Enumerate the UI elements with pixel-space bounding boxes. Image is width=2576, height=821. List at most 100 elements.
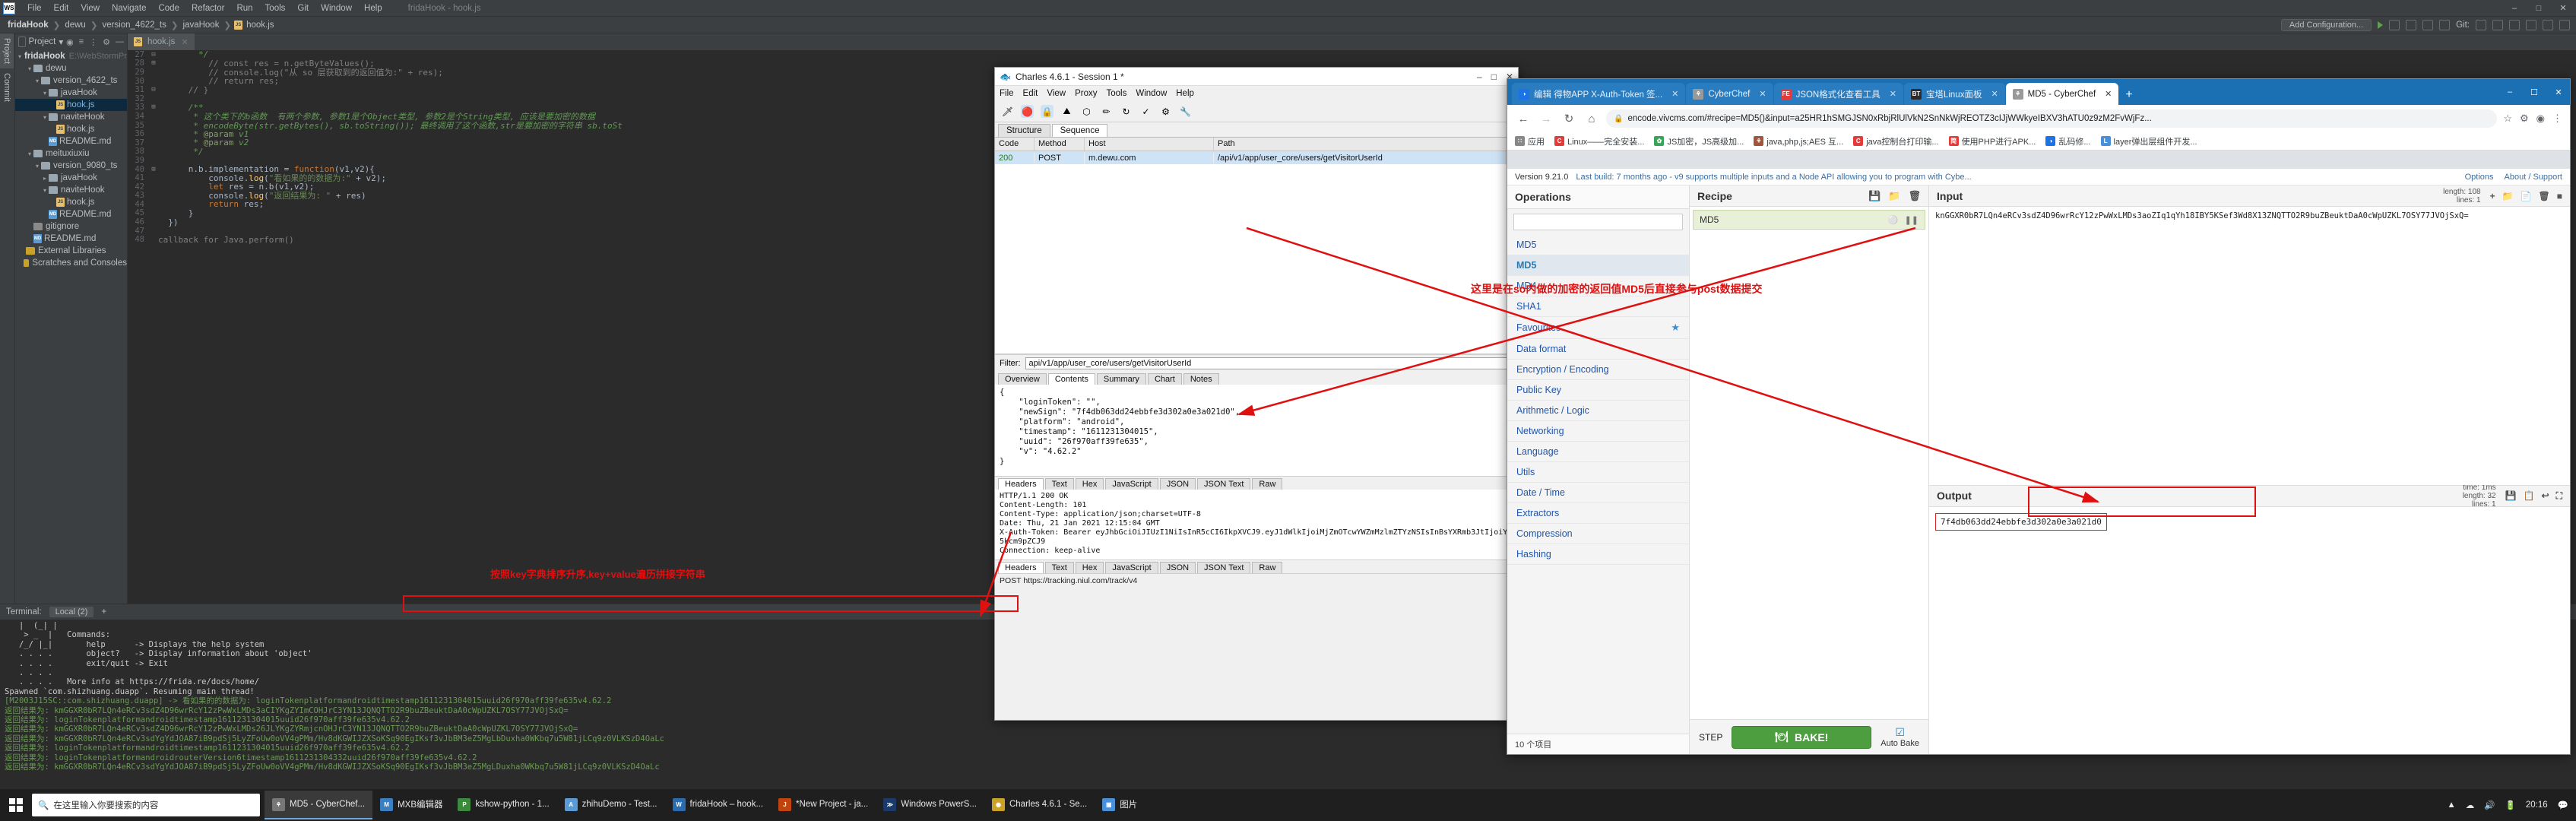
clear-input-icon[interactable]: 🗑 [2539, 191, 2550, 201]
tab-sequence[interactable]: Sequence [1051, 124, 1108, 137]
close-icon[interactable]: ✕ [1890, 89, 1896, 99]
close-icon[interactable]: ✕ [181, 37, 188, 47]
expand-all-icon[interactable]: ≡ [79, 37, 84, 47]
options-link[interactable]: Options [2465, 173, 2494, 182]
run-icon[interactable] [2378, 21, 2384, 29]
tray-network-icon[interactable]: ☁ [2466, 800, 2475, 810]
tool-window-commit[interactable]: Commit [0, 68, 14, 106]
tree-node-version-4622-ts[interactable]: ▾ version_4622_ts [15, 74, 127, 87]
open-file-icon[interactable]: 📄 [2521, 191, 2532, 201]
hide-panel-icon[interactable]: — [116, 37, 124, 47]
profile-icon[interactable] [2422, 19, 2434, 30]
bodytab-json[interactable]: JSON [1159, 478, 1196, 490]
tree-node-hook-js[interactable]: JS hook.js [15, 196, 127, 208]
column-method[interactable]: Method [1035, 138, 1085, 151]
output-textarea[interactable]: 7f4db063dd24ebbfe3d302a0e3a021d0 [1929, 506, 2570, 754]
maximize-icon[interactable]: □ [1491, 71, 1497, 82]
expand-arrow-icon[interactable]: ▾ [33, 78, 41, 84]
bodytab-javascript[interactable]: JavaScript [1105, 478, 1158, 490]
menu-view[interactable]: View [74, 2, 106, 14]
tray-expand-icon[interactable]: ▲ [2447, 800, 2455, 810]
tree-node-readme-md[interactable]: MD README.md [15, 233, 127, 245]
star-icon[interactable]: ★ [1671, 322, 1680, 334]
close-icon[interactable]: ✕ [2105, 89, 2112, 99]
taskbar-item-5[interactable]: J *New Project - ja... [771, 791, 876, 819]
breadcrumb-item-file[interactable]: hook.js [245, 21, 275, 30]
profile-icon[interactable]: ◉ [2536, 113, 2545, 125]
browser-tab-2[interactable]: FE JSON格式化查看工具 ✕ [1773, 83, 1903, 105]
menu-run[interactable]: Run [230, 2, 258, 14]
terminal-add-icon[interactable]: + [101, 607, 106, 617]
record-icon[interactable]: 🔴 [1021, 105, 1034, 118]
tool-window-project[interactable]: Project [0, 33, 14, 69]
git-push-icon[interactable] [2509, 19, 2520, 30]
tree-node-dewu[interactable]: ▾ dewu [15, 62, 127, 74]
expand-arrow-icon[interactable]: ▾ [26, 151, 33, 157]
bake-button[interactable]: 🍽 BAKE! [1732, 725, 1872, 749]
tab-structure[interactable]: Structure [998, 124, 1050, 137]
expand-arrow-icon[interactable]: ▸ [41, 175, 49, 182]
breadcrumb-item-javahook[interactable]: javaHook [182, 21, 221, 30]
start-button[interactable] [0, 789, 32, 821]
repeat-icon[interactable]: ↻ [1120, 105, 1133, 118]
close-icon[interactable]: ✕ [2553, 1, 2573, 16]
bookmark-item-6[interactable]: ◑ 乱码修... [2045, 135, 2091, 147]
lowertab-text[interactable]: Text [1044, 562, 1074, 573]
menu-git[interactable]: Git [291, 2, 315, 14]
filter-input[interactable]: api/v1/app/user_core/users/getVisitorUse… [1025, 357, 1513, 369]
menu-tools[interactable]: Tools [259, 2, 292, 14]
browser-tab-4[interactable]: ⚘ MD5 - CyberChef ✕ [2005, 83, 2119, 105]
home-icon[interactable]: ⌂ [1583, 113, 1600, 125]
maximize-icon[interactable]: □ [2529, 1, 2549, 16]
tree-node-navitehook[interactable]: ▾ naviteHook [15, 111, 127, 123]
bookmark-item-4[interactable]: Cjava控制台打印输... [1853, 135, 1939, 147]
operation-item-compression[interactable]: Compression [1507, 524, 1689, 544]
operation-item-sha1[interactable]: SHA1 [1507, 296, 1689, 317]
collapse-all-icon[interactable]: ⋮ [89, 37, 97, 47]
charles-menu-edit[interactable]: Edit [1023, 89, 1038, 98]
charles-response-body[interactable]: { "loginToken": "", "newSign": "7f4db063… [995, 385, 1518, 476]
operation-item-md5[interactable]: MD5 [1507, 255, 1689, 276]
expand-arrow-icon[interactable]: ▾ [18, 53, 21, 60]
charles-menu-file[interactable]: File [1000, 89, 1014, 98]
charles-request-list[interactable]: 200 POST m.dewu.com /api/v1/app/user_cor… [995, 151, 1518, 164]
subtab-notes[interactable]: Notes [1183, 373, 1219, 385]
close-icon[interactable]: ✕ [1991, 89, 1998, 99]
bodytab-raw[interactable]: Raw [1252, 478, 1283, 490]
operation-item-networking[interactable]: Networking [1507, 421, 1689, 442]
taskbar-item-3[interactable]: AzhihuDemo - Test... [557, 791, 665, 819]
menu-navigate[interactable]: Navigate [106, 2, 152, 14]
expand-arrow-icon[interactable]: ▾ [41, 114, 49, 121]
minimize-icon[interactable]: – [2505, 1, 2524, 16]
tree-node-javahook[interactable]: ▾ javaHook [15, 87, 127, 99]
operation-item-md5[interactable]: MD5 [1507, 235, 1689, 255]
taskbar-search-input[interactable]: 🔍 在这里输入你要搜索的内容 [32, 794, 260, 816]
git-commit-icon[interactable] [2492, 19, 2503, 30]
operation-item-data-format[interactable]: Data format [1507, 339, 1689, 360]
chevron-down-icon[interactable]: ▾ [59, 36, 63, 47]
star-icon[interactable]: ☆ [2503, 113, 2512, 125]
tree-node-version-9080-ts[interactable]: ▾ version_9080_ts [15, 160, 127, 172]
tools-icon[interactable]: ⚙ [1159, 105, 1172, 118]
bodytab-jsontext[interactable]: JSON Text [1197, 478, 1251, 490]
breadcrumb-item-dewu[interactable]: dewu [63, 21, 87, 30]
taskbar-item-1[interactable]: M MXB编辑器 [372, 791, 450, 819]
taskbar-item-6[interactable]: ≫ Windows PowerS... [876, 791, 984, 819]
breakpoints-icon[interactable]: ⬡ [1080, 105, 1093, 118]
debug-icon[interactable] [2389, 19, 2400, 30]
bodytab-text[interactable]: Text [1044, 478, 1074, 490]
taskbar-item-8[interactable]: ▣ 图片 [1095, 791, 1145, 819]
menu-code[interactable]: Code [152, 2, 185, 14]
maximize-icon[interactable]: ☐ [2523, 84, 2546, 100]
column-host[interactable]: Host [1085, 138, 1214, 151]
tree-node-readme-md[interactable]: MD README.md [15, 135, 127, 147]
operation-item-public-key[interactable]: Public Key [1507, 380, 1689, 401]
terminal-session-tab[interactable]: Local (2) [49, 607, 94, 617]
browser-tab-0[interactable]: ◑ 编辑 得物APP X-Auth-Token 签... ✕ [1512, 83, 1686, 105]
taskbar-item-0[interactable]: ⚘ MD5 - CyberChef... [265, 791, 373, 819]
recipe-item-md5[interactable]: MD5 ⚪ ❚❚ [1693, 210, 1925, 230]
close-icon[interactable]: ✕ [1759, 89, 1766, 99]
bookmark-item-2[interactable]: ✿ JS加密，JS高级加... [1654, 135, 1744, 147]
operation-item-extractors[interactable]: Extractors [1507, 503, 1689, 524]
new-tab-button[interactable]: + [2119, 88, 2138, 105]
